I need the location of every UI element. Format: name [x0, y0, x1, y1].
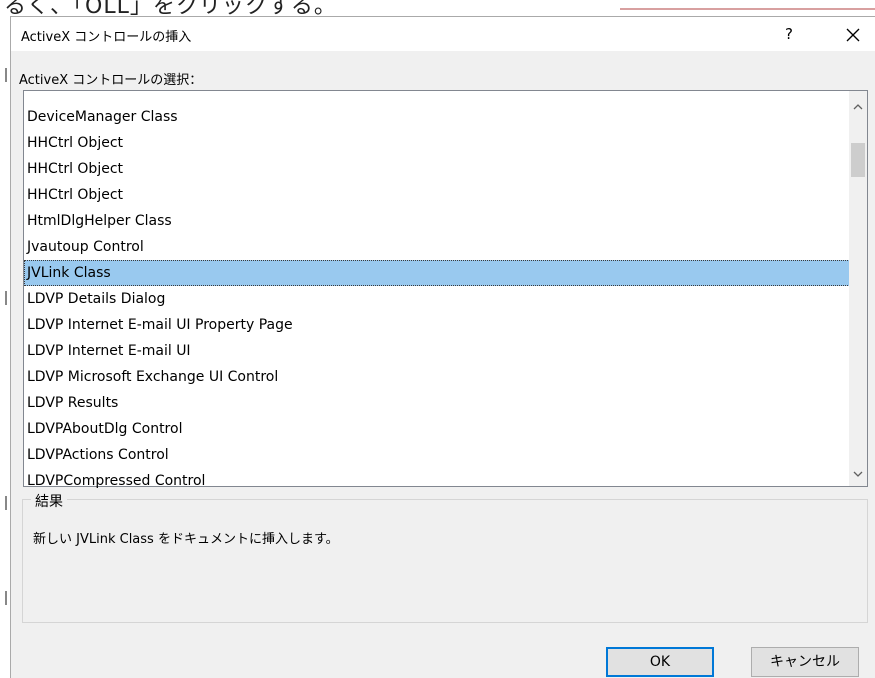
list-item[interactable]: JVLink Class	[24, 260, 850, 286]
activex-control-listbox[interactable]: DeviceManager Class HHCtrl Object HHCtrl O…	[23, 90, 868, 489]
insert-activex-dialog: ActiveX コントロールの挿入 ? ActiveX コントロールの選択： D…	[10, 16, 875, 678]
list-item[interactable]: DeviceManager Class	[24, 104, 850, 130]
scroll-down-button[interactable]	[849, 464, 867, 484]
list-item[interactable]: HHCtrl Object	[24, 130, 850, 156]
dialog-title: ActiveX コントロールの挿入	[21, 30, 192, 45]
list-item[interactable]: HtmlDlgHelper Class	[24, 208, 850, 234]
list-item[interactable]: LDVP Details Dialog	[24, 286, 850, 312]
control-list-label: ActiveX コントロールの選択：	[19, 73, 203, 88]
edge-mark	[5, 291, 7, 305]
vertical-scrollbar[interactable]	[849, 91, 867, 486]
list-item[interactable]: LDVPCompressed Control	[24, 468, 850, 494]
cancel-button[interactable]: キャンセル	[751, 647, 859, 677]
list-item[interactable]: LDVPAboutDlg Control	[24, 416, 850, 442]
list-item[interactable]: LDVP Results	[24, 390, 850, 416]
close-icon	[846, 28, 860, 41]
scroll-up-button[interactable]	[849, 97, 867, 117]
list-item[interactable]: HHCtrl Object	[24, 156, 850, 182]
dialog-titlebar: ActiveX コントロールの挿入 ?	[11, 17, 875, 51]
background-document-strip: るく、「OLL」をクリックする。	[0, 0, 875, 16]
chevron-down-icon	[853, 471, 863, 477]
result-legend: 結果	[31, 491, 67, 511]
list-items: DeviceManager Class HHCtrl Object HHCtrl O…	[24, 104, 850, 494]
scroll-thumb[interactable]	[851, 143, 865, 177]
list-item[interactable]: LDVP Internet E-mail UI Property Page	[24, 312, 850, 338]
list-item[interactable]: LDVP Microsoft Exchange UI Control	[24, 364, 850, 390]
chevron-up-icon	[853, 104, 863, 110]
list-item[interactable]: HHCtrl Object	[24, 182, 850, 208]
list-item[interactable]: LDVP Internet E-mail UI	[24, 338, 850, 364]
edge-mark	[5, 591, 7, 605]
background-document-text: るく、「OLL」をクリックする。	[4, 0, 337, 16]
edge-mark	[5, 496, 7, 510]
close-button[interactable]	[836, 21, 870, 47]
background-left-edge	[0, 16, 9, 678]
ok-button[interactable]: OK	[606, 647, 714, 677]
result-groupbox: 結果 新しい JVLink Class をドキュメントに挿入します。	[22, 491, 868, 623]
list-item[interactable]: LDVPActions Control	[24, 442, 850, 468]
list-item[interactable]: Jvautoup Control	[24, 234, 850, 260]
result-description: 新しい JVLink Class をドキュメントに挿入します。	[33, 532, 339, 547]
edge-mark	[5, 68, 7, 82]
help-button[interactable]: ?	[774, 21, 804, 47]
background-underline	[620, 8, 875, 10]
